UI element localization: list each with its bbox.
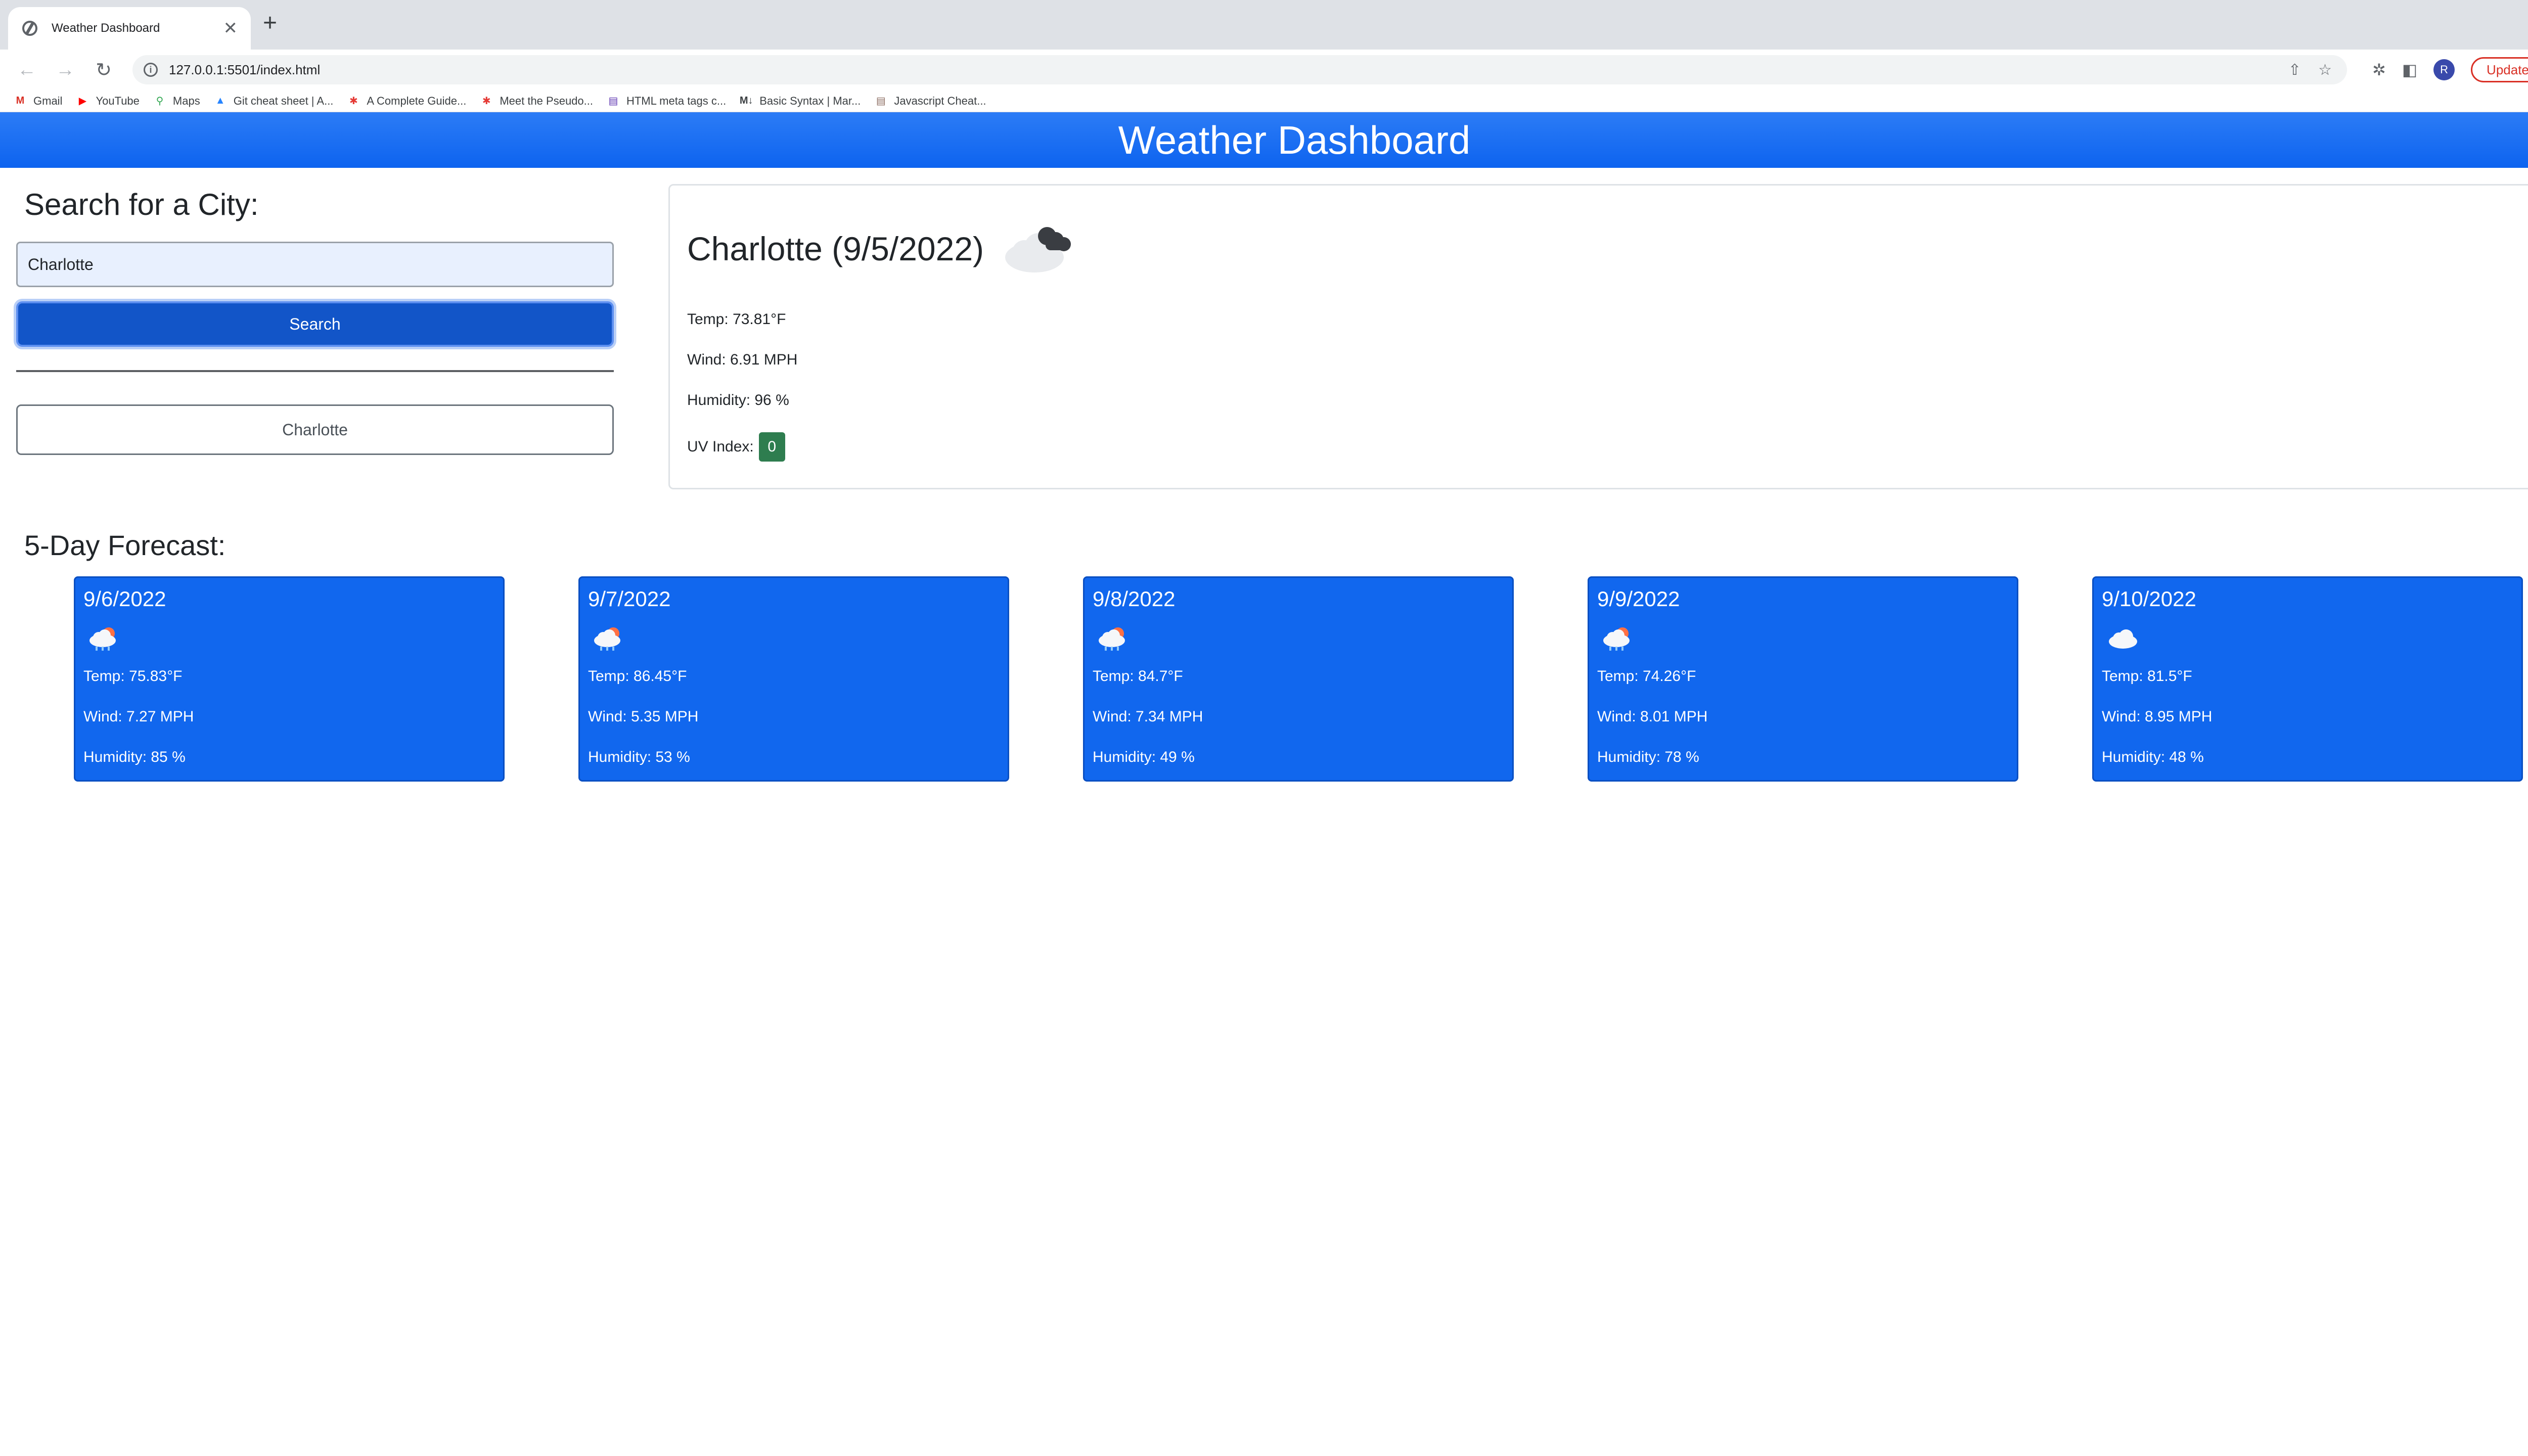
bookmark-label: Javascript Cheat... bbox=[894, 94, 986, 107]
forecast-humidity: Humidity: 49 % bbox=[1093, 749, 1195, 765]
site-info-icon[interactable]: i bbox=[144, 63, 158, 77]
rain-cloud-sun-icon bbox=[1099, 627, 1125, 651]
bookmark-item[interactable]: ▤ HTML meta tags c... bbox=[606, 94, 727, 108]
forecast-temp: Temp: 75.83°F bbox=[83, 668, 183, 685]
tab-close-icon[interactable]: ✕ bbox=[223, 20, 238, 37]
browser-toolbar: ← → ↻ i 127.0.0.1:5501/index.html ⇧ ☆ ✲ … bbox=[0, 50, 2528, 90]
bookmark-item[interactable]: ✱ Meet the Pseudo... bbox=[479, 94, 593, 108]
forecast-humidity: Humidity: 48 % bbox=[2102, 749, 2204, 765]
bookmark-label: Git cheat sheet | A... bbox=[233, 94, 334, 107]
url-text[interactable]: 127.0.0.1:5501/index.html bbox=[169, 62, 320, 78]
update-button[interactable]: Update ⋮ bbox=[2471, 57, 2528, 82]
forecast-humidity: Humidity: 53 % bbox=[588, 749, 690, 765]
current-humidity: Humidity: 96 % bbox=[687, 392, 789, 408]
forecast-wind: Wind: 8.01 MPH bbox=[1597, 708, 1708, 725]
forecast-temp: Temp: 81.5°F bbox=[2102, 668, 2192, 685]
divider bbox=[16, 370, 614, 372]
forecast-humidity: Humidity: 85 % bbox=[83, 749, 186, 765]
forecast-temp: Temp: 86.45°F bbox=[588, 668, 687, 685]
forecast-card: 9/6/2022 Temp: 75.83°F Wind: 7.27 MPH Hu… bbox=[74, 576, 505, 782]
bookmarks-bar: M Gmail ▶ YouTube ⚲ Maps ▲ Git cheat sheet | A.… bbox=[0, 90, 2528, 112]
forecast-humidity: Humidity: 78 % bbox=[1597, 749, 1699, 765]
side-panel-icon[interactable]: ◧ bbox=[2402, 60, 2417, 79]
bookmark-item[interactable]: ▤ Javascript Cheat... bbox=[874, 94, 986, 108]
asterisk-icon: ✱ bbox=[482, 96, 491, 107]
rain-cloud-sun-icon bbox=[1603, 627, 1630, 651]
forecast-heading: 5-Day Forecast: bbox=[24, 529, 226, 561]
search-heading: Search for a City: bbox=[24, 188, 259, 221]
bookmark-star-icon[interactable]: ☆ bbox=[2318, 61, 2332, 79]
bookmark-label: Gmail bbox=[33, 94, 63, 107]
page-header: Weather Dashboard bbox=[0, 112, 2528, 168]
current-city-title: Charlotte (9/5/2022) bbox=[687, 230, 984, 267]
search-button[interactable]: Search bbox=[16, 301, 614, 347]
bookmark-item[interactable]: ▶ YouTube bbox=[75, 94, 140, 108]
forecast-card: 9/9/2022 Temp: 74.26°F Wind: 8.01 MPH Hu… bbox=[1588, 576, 2018, 782]
maps-icon: ⚲ bbox=[156, 96, 164, 107]
bookmark-label: YouTube bbox=[96, 94, 140, 107]
uv-index-badge: 0 bbox=[758, 432, 785, 462]
update-label: Update bbox=[2487, 62, 2528, 77]
bookmark-item[interactable]: M↓ Basic Syntax | Mar... bbox=[739, 94, 861, 108]
new-tab-icon[interactable]: + bbox=[263, 11, 277, 35]
youtube-icon: ▶ bbox=[78, 96, 87, 107]
bookmark-item[interactable]: ▲ Git cheat sheet | A... bbox=[213, 94, 334, 108]
bookmark-label: HTML meta tags c... bbox=[626, 94, 727, 107]
forecast-wind: Wind: 7.34 MPH bbox=[1093, 708, 1203, 725]
history-button-charlotte[interactable]: Charlotte bbox=[16, 404, 614, 455]
extensions-puzzle-icon[interactable]: ✲ bbox=[2372, 60, 2386, 79]
browser-tabstrip: Weather Dashboard ✕ + ⌄ bbox=[0, 0, 2528, 50]
forecast-date: 9/6/2022 bbox=[83, 587, 166, 611]
rain-cloud-sun-icon bbox=[89, 627, 116, 651]
bookmark-page-icon: ▤ bbox=[608, 96, 618, 107]
asterisk-icon: ✱ bbox=[349, 96, 358, 107]
gmail-icon: M bbox=[16, 95, 25, 106]
bookmark-item[interactable]: ✱ A Complete Guide... bbox=[346, 94, 466, 108]
forecast-wind: Wind: 8.95 MPH bbox=[2102, 708, 2213, 725]
forecast-temp: Temp: 74.26°F bbox=[1597, 668, 1696, 685]
globe-icon bbox=[22, 21, 37, 36]
bookmark-item[interactable]: M Gmail bbox=[13, 94, 63, 108]
search-panel: Search for a City: Search Charlotte bbox=[16, 188, 614, 455]
markdown-icon: M↓ bbox=[739, 95, 753, 106]
forecast-wind: Wind: 7.27 MPH bbox=[83, 708, 194, 725]
current-uv-row: UV Index: 0 bbox=[687, 432, 785, 462]
cloud-icon bbox=[2109, 629, 2137, 649]
atlassian-icon: ▲ bbox=[215, 95, 225, 106]
bookmark-label: A Complete Guide... bbox=[367, 94, 467, 107]
forecast-wind: Wind: 5.35 MPH bbox=[588, 708, 699, 725]
bookmark-label: Maps bbox=[172, 94, 200, 107]
address-bar[interactable]: i 127.0.0.1:5501/index.html ⇧ ☆ bbox=[132, 55, 2347, 84]
page-title: Weather Dashboard bbox=[1118, 117, 1471, 162]
forecast-date: 9/10/2022 bbox=[2102, 587, 2196, 611]
forecast-date: 9/9/2022 bbox=[1597, 587, 1680, 611]
share-icon[interactable]: ⇧ bbox=[2288, 61, 2301, 79]
forecast-date: 9/7/2022 bbox=[588, 587, 671, 611]
rain-cloud-sun-icon bbox=[594, 627, 620, 651]
uv-label: UV Index: bbox=[687, 438, 754, 455]
broken-clouds-icon bbox=[1005, 227, 1071, 272]
forecast-card: 9/8/2022 Temp: 84.7°F Wind: 7.34 MPH Hum… bbox=[1083, 576, 1514, 782]
forecast-date: 9/8/2022 bbox=[1093, 587, 1176, 611]
forecast-card: 9/10/2022 Temp: 81.5°F Wind: 8.95 MPH Hu… bbox=[2092, 576, 2523, 782]
bookmark-page-icon: ▤ bbox=[876, 96, 886, 107]
browser-tab[interactable]: Weather Dashboard ✕ bbox=[8, 7, 251, 50]
back-arrow-icon[interactable]: ← bbox=[15, 59, 38, 81]
current-weather-card: Charlotte (9/5/2022) Temp: 73.81°F Wind:… bbox=[668, 184, 2528, 489]
tab-title: Weather Dashboard bbox=[52, 21, 160, 35]
forecast-card: 9/7/2022 Temp: 86.45°F Wind: 5.35 MPH Hu… bbox=[578, 576, 1009, 782]
forward-arrow-icon[interactable]: → bbox=[54, 59, 77, 81]
current-temp: Temp: 73.81°F bbox=[687, 311, 786, 328]
bookmark-label: Basic Syntax | Mar... bbox=[759, 94, 861, 107]
forecast-temp: Temp: 84.7°F bbox=[1093, 668, 1183, 685]
city-search-input[interactable] bbox=[16, 242, 614, 287]
bookmark-item[interactable]: ⚲ Maps bbox=[153, 94, 200, 108]
profile-avatar[interactable]: R bbox=[2433, 59, 2455, 80]
bookmark-label: Meet the Pseudo... bbox=[500, 94, 593, 107]
reload-icon[interactable]: ↻ bbox=[92, 59, 115, 81]
current-wind: Wind: 6.91 MPH bbox=[687, 351, 798, 368]
